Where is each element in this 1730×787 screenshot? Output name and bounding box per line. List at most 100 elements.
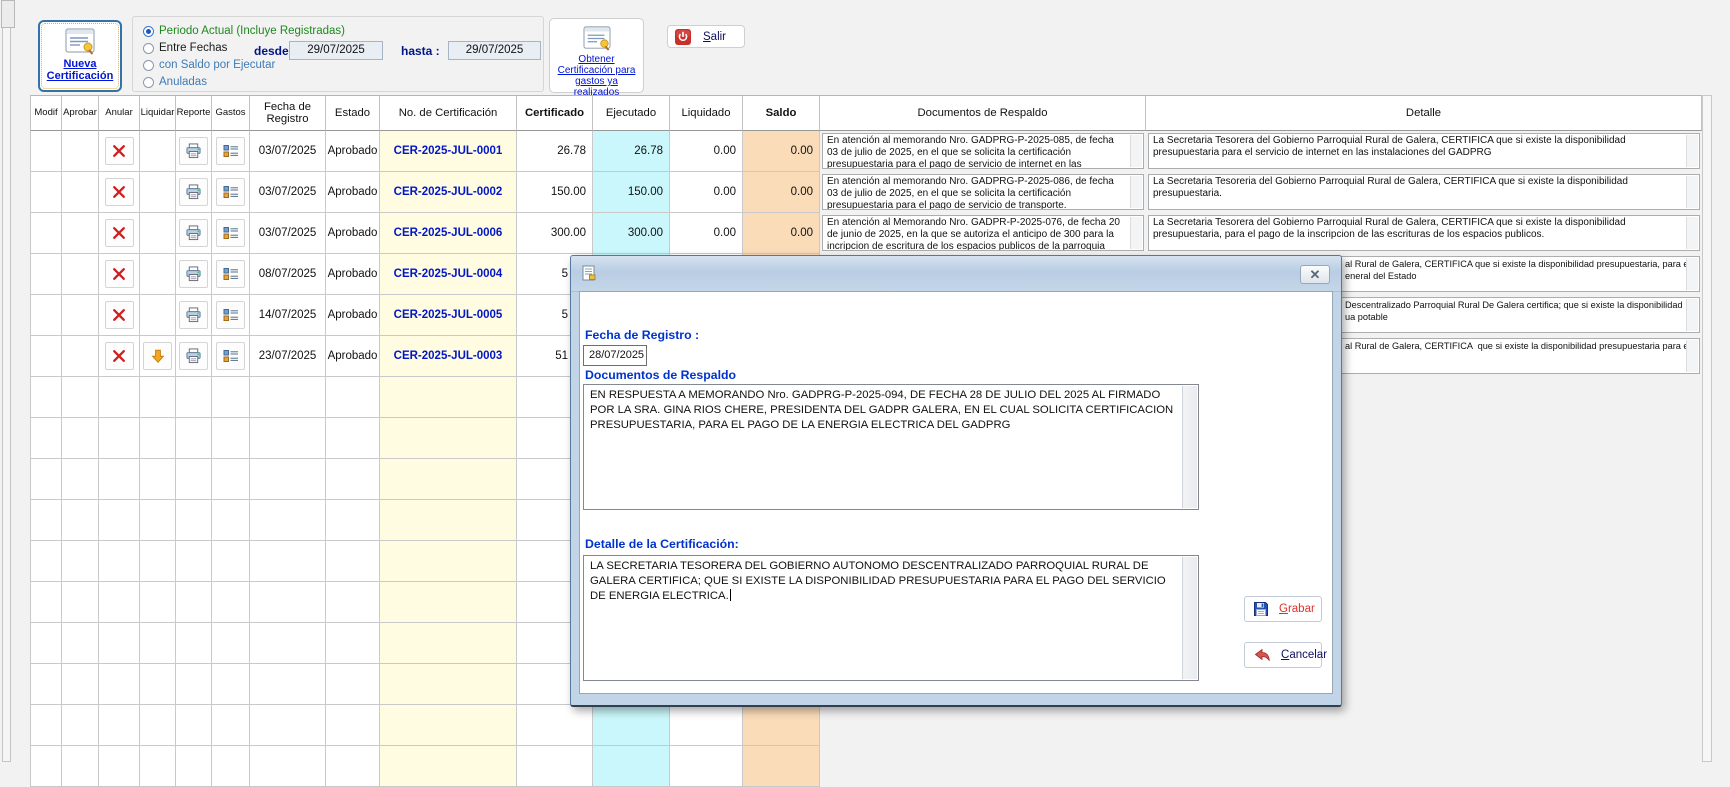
certificado-cell: 150.00	[517, 172, 593, 213]
column-header: Liquidar	[140, 95, 176, 131]
fecha-registro-cell: 08/07/2025	[250, 254, 326, 295]
empty-cell	[250, 459, 326, 500]
empty-cell	[99, 746, 140, 787]
certification-number-link[interactable]: CER-2025-JUL-0003	[394, 350, 503, 362]
liquidado-cell: 0.00	[670, 131, 743, 172]
aprobar-cell	[62, 213, 99, 254]
anular-button[interactable]	[105, 260, 134, 288]
reporte-button[interactable]	[179, 301, 208, 329]
gastos-cell	[212, 336, 250, 377]
empty-cell	[212, 746, 250, 787]
empty-cell	[62, 459, 99, 500]
fecha-registro-input[interactable]: 28/07/2025	[583, 345, 647, 366]
cancelar-button[interactable]: Cancelar	[1244, 642, 1322, 668]
reporte-button[interactable]	[179, 260, 208, 288]
numero-certificacion-cell: CER-2025-JUL-0005	[380, 295, 517, 336]
column-header: Detalle	[1146, 95, 1702, 131]
detalle-textarea[interactable]: LA SECRETARIA TESORERA DEL GOBIERNO AUTO…	[583, 555, 1199, 681]
gastos-button[interactable]	[216, 260, 245, 288]
liquidar-button[interactable]	[143, 342, 172, 370]
modif-cell	[30, 254, 62, 295]
empty-cell	[62, 418, 99, 459]
reporte-cell	[176, 295, 212, 336]
anular-button[interactable]	[105, 342, 134, 370]
empty-cell	[62, 746, 99, 787]
empty-cell	[176, 418, 212, 459]
anular-cell	[99, 172, 140, 213]
empty-cell	[250, 377, 326, 418]
gastos-cell	[212, 213, 250, 254]
empty-cell	[176, 541, 212, 582]
empty-cell	[140, 746, 176, 787]
printer-icon	[185, 184, 202, 200]
app-window: Nueva Certificación Periodo Actual (Incl…	[0, 0, 1730, 762]
reporte-button[interactable]	[179, 342, 208, 370]
anular-button[interactable]	[105, 219, 134, 247]
fecha-registro-label: Fecha de Registro :	[585, 328, 699, 342]
gastos-button[interactable]	[216, 301, 245, 329]
empty-cell	[380, 705, 517, 746]
numero-certificacion-cell: CER-2025-JUL-0002	[380, 172, 517, 213]
numero-certificacion-cell: CER-2025-JUL-0001	[380, 131, 517, 172]
column-header: No. de Certificación	[380, 95, 517, 131]
column-header: Modif	[30, 95, 62, 131]
reporte-cell	[176, 336, 212, 377]
anular-cell	[99, 131, 140, 172]
expenses-list-icon	[223, 307, 239, 323]
certification-number-link[interactable]: CER-2025-JUL-0005	[394, 309, 503, 321]
gastos-button[interactable]	[216, 137, 245, 165]
column-header: Liquidado	[670, 95, 743, 131]
empty-cell	[326, 500, 380, 541]
numero-certificacion-cell: CER-2025-JUL-0006	[380, 213, 517, 254]
documentos-textarea[interactable]: EN RESPUESTA A MEMORANDO Nro. GADPRG-P-2…	[583, 384, 1199, 510]
gastos-cell	[212, 254, 250, 295]
gastos-button[interactable]	[216, 342, 245, 370]
table-scrollbar[interactable]	[1702, 95, 1712, 762]
empty-cell	[743, 705, 820, 746]
certification-dialog: ✕ Fecha de Registro : 28/07/2025 Documen…	[570, 255, 1342, 707]
certification-number-link[interactable]: CER-2025-JUL-0004	[394, 268, 503, 280]
reporte-button[interactable]	[179, 219, 208, 247]
liquidar-cell	[140, 336, 176, 377]
empty-cell	[140, 582, 176, 623]
aprobar-cell	[62, 254, 99, 295]
reporte-button[interactable]	[179, 137, 208, 165]
gastos-button[interactable]	[216, 219, 245, 247]
estado-cell: Aprobado	[326, 131, 380, 172]
empty-cell	[176, 746, 212, 787]
gastos-button[interactable]	[216, 178, 245, 206]
empty-cell	[99, 377, 140, 418]
empty-cell	[380, 746, 517, 787]
anular-button[interactable]	[105, 178, 134, 206]
printer-icon	[185, 143, 202, 159]
anular-button[interactable]	[105, 301, 134, 329]
empty-cell	[30, 705, 62, 746]
certification-number-link[interactable]: CER-2025-JUL-0006	[394, 227, 503, 239]
estado-cell: Aprobado	[326, 295, 380, 336]
liquidar-cell	[140, 172, 176, 213]
empty-cell	[62, 623, 99, 664]
column-header: Gastos	[212, 95, 250, 131]
empty-cell	[212, 459, 250, 500]
cancelar-label: Cancelar	[1281, 649, 1327, 661]
anular-cell	[99, 213, 140, 254]
empty-cell	[62, 582, 99, 623]
empty-cell	[380, 541, 517, 582]
empty-cell	[140, 664, 176, 705]
reporte-button[interactable]	[179, 178, 208, 206]
detalle-cell: La Secretaria Tesoreria del Gobierno Par…	[1148, 174, 1700, 210]
column-header: Certificado	[517, 95, 593, 131]
close-icon[interactable]: ✕	[1300, 265, 1330, 284]
empty-cell	[30, 541, 62, 582]
certification-number-link[interactable]: CER-2025-JUL-0001	[394, 145, 503, 157]
empty-cell	[62, 377, 99, 418]
empty-cell	[140, 377, 176, 418]
empty-cell	[380, 623, 517, 664]
dialog-titlebar[interactable]: ✕	[571, 256, 1341, 292]
documentos-text: EN RESPUESTA A MEMORANDO Nro. GADPRG-P-2…	[584, 385, 1198, 437]
empty-cell	[326, 705, 380, 746]
grabar-button[interactable]: Grabar	[1244, 596, 1322, 622]
certification-number-link[interactable]: CER-2025-JUL-0002	[394, 186, 503, 198]
red-x-icon	[112, 226, 126, 240]
anular-button[interactable]	[105, 137, 134, 165]
